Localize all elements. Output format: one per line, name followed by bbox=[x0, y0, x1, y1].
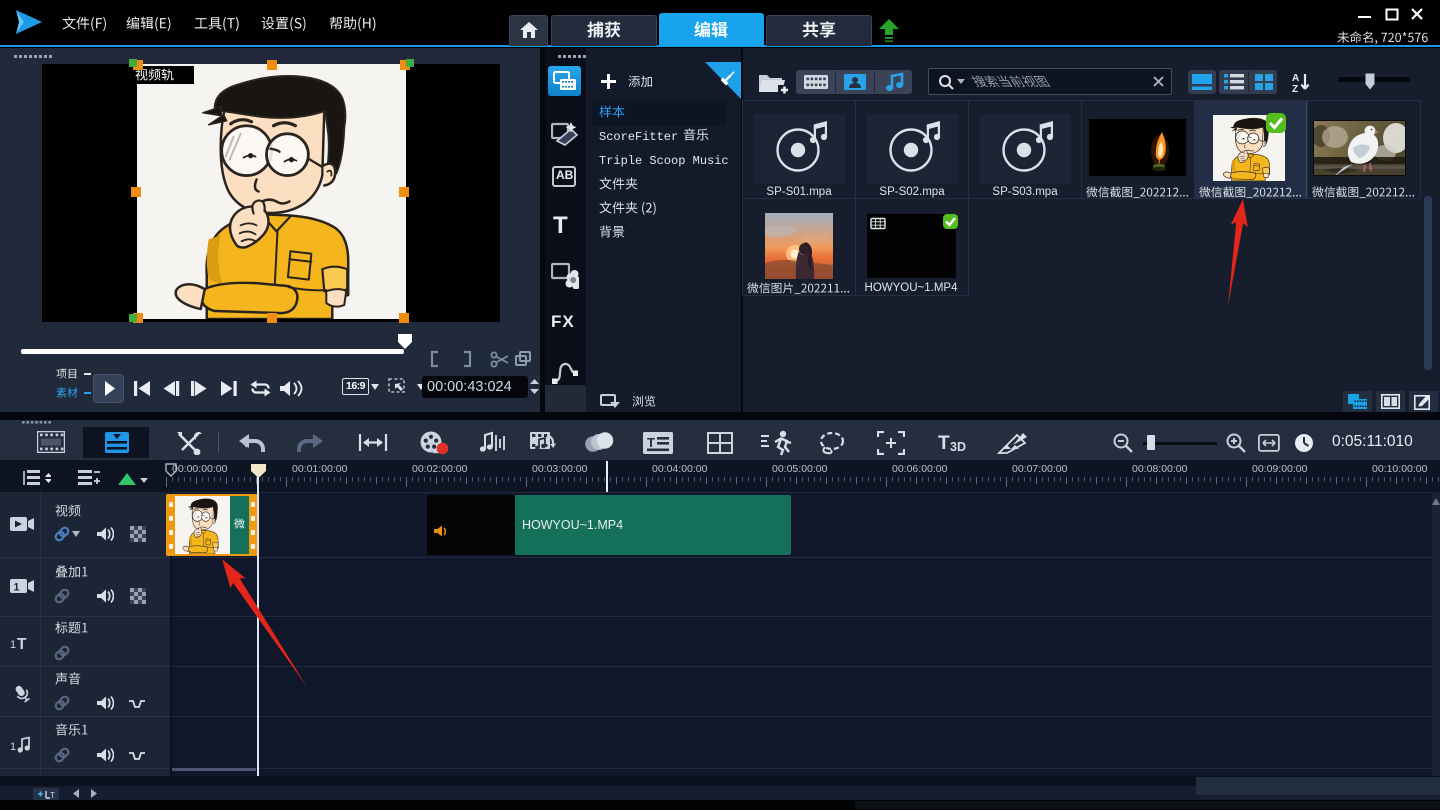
svg-text:3D: 3D bbox=[950, 440, 966, 454]
svg-text:T: T bbox=[938, 433, 950, 454]
svg-text:Z: Z bbox=[1292, 84, 1298, 94]
svg-text:1: 1 bbox=[13, 582, 19, 594]
svg-text:T: T bbox=[647, 435, 655, 450]
svg-text:A: A bbox=[1292, 73, 1299, 84]
svg-text:1: 1 bbox=[10, 639, 16, 651]
svg-text:T: T bbox=[17, 636, 27, 652]
svg-text:1: 1 bbox=[10, 741, 16, 753]
svg-text:T: T bbox=[50, 791, 55, 799]
